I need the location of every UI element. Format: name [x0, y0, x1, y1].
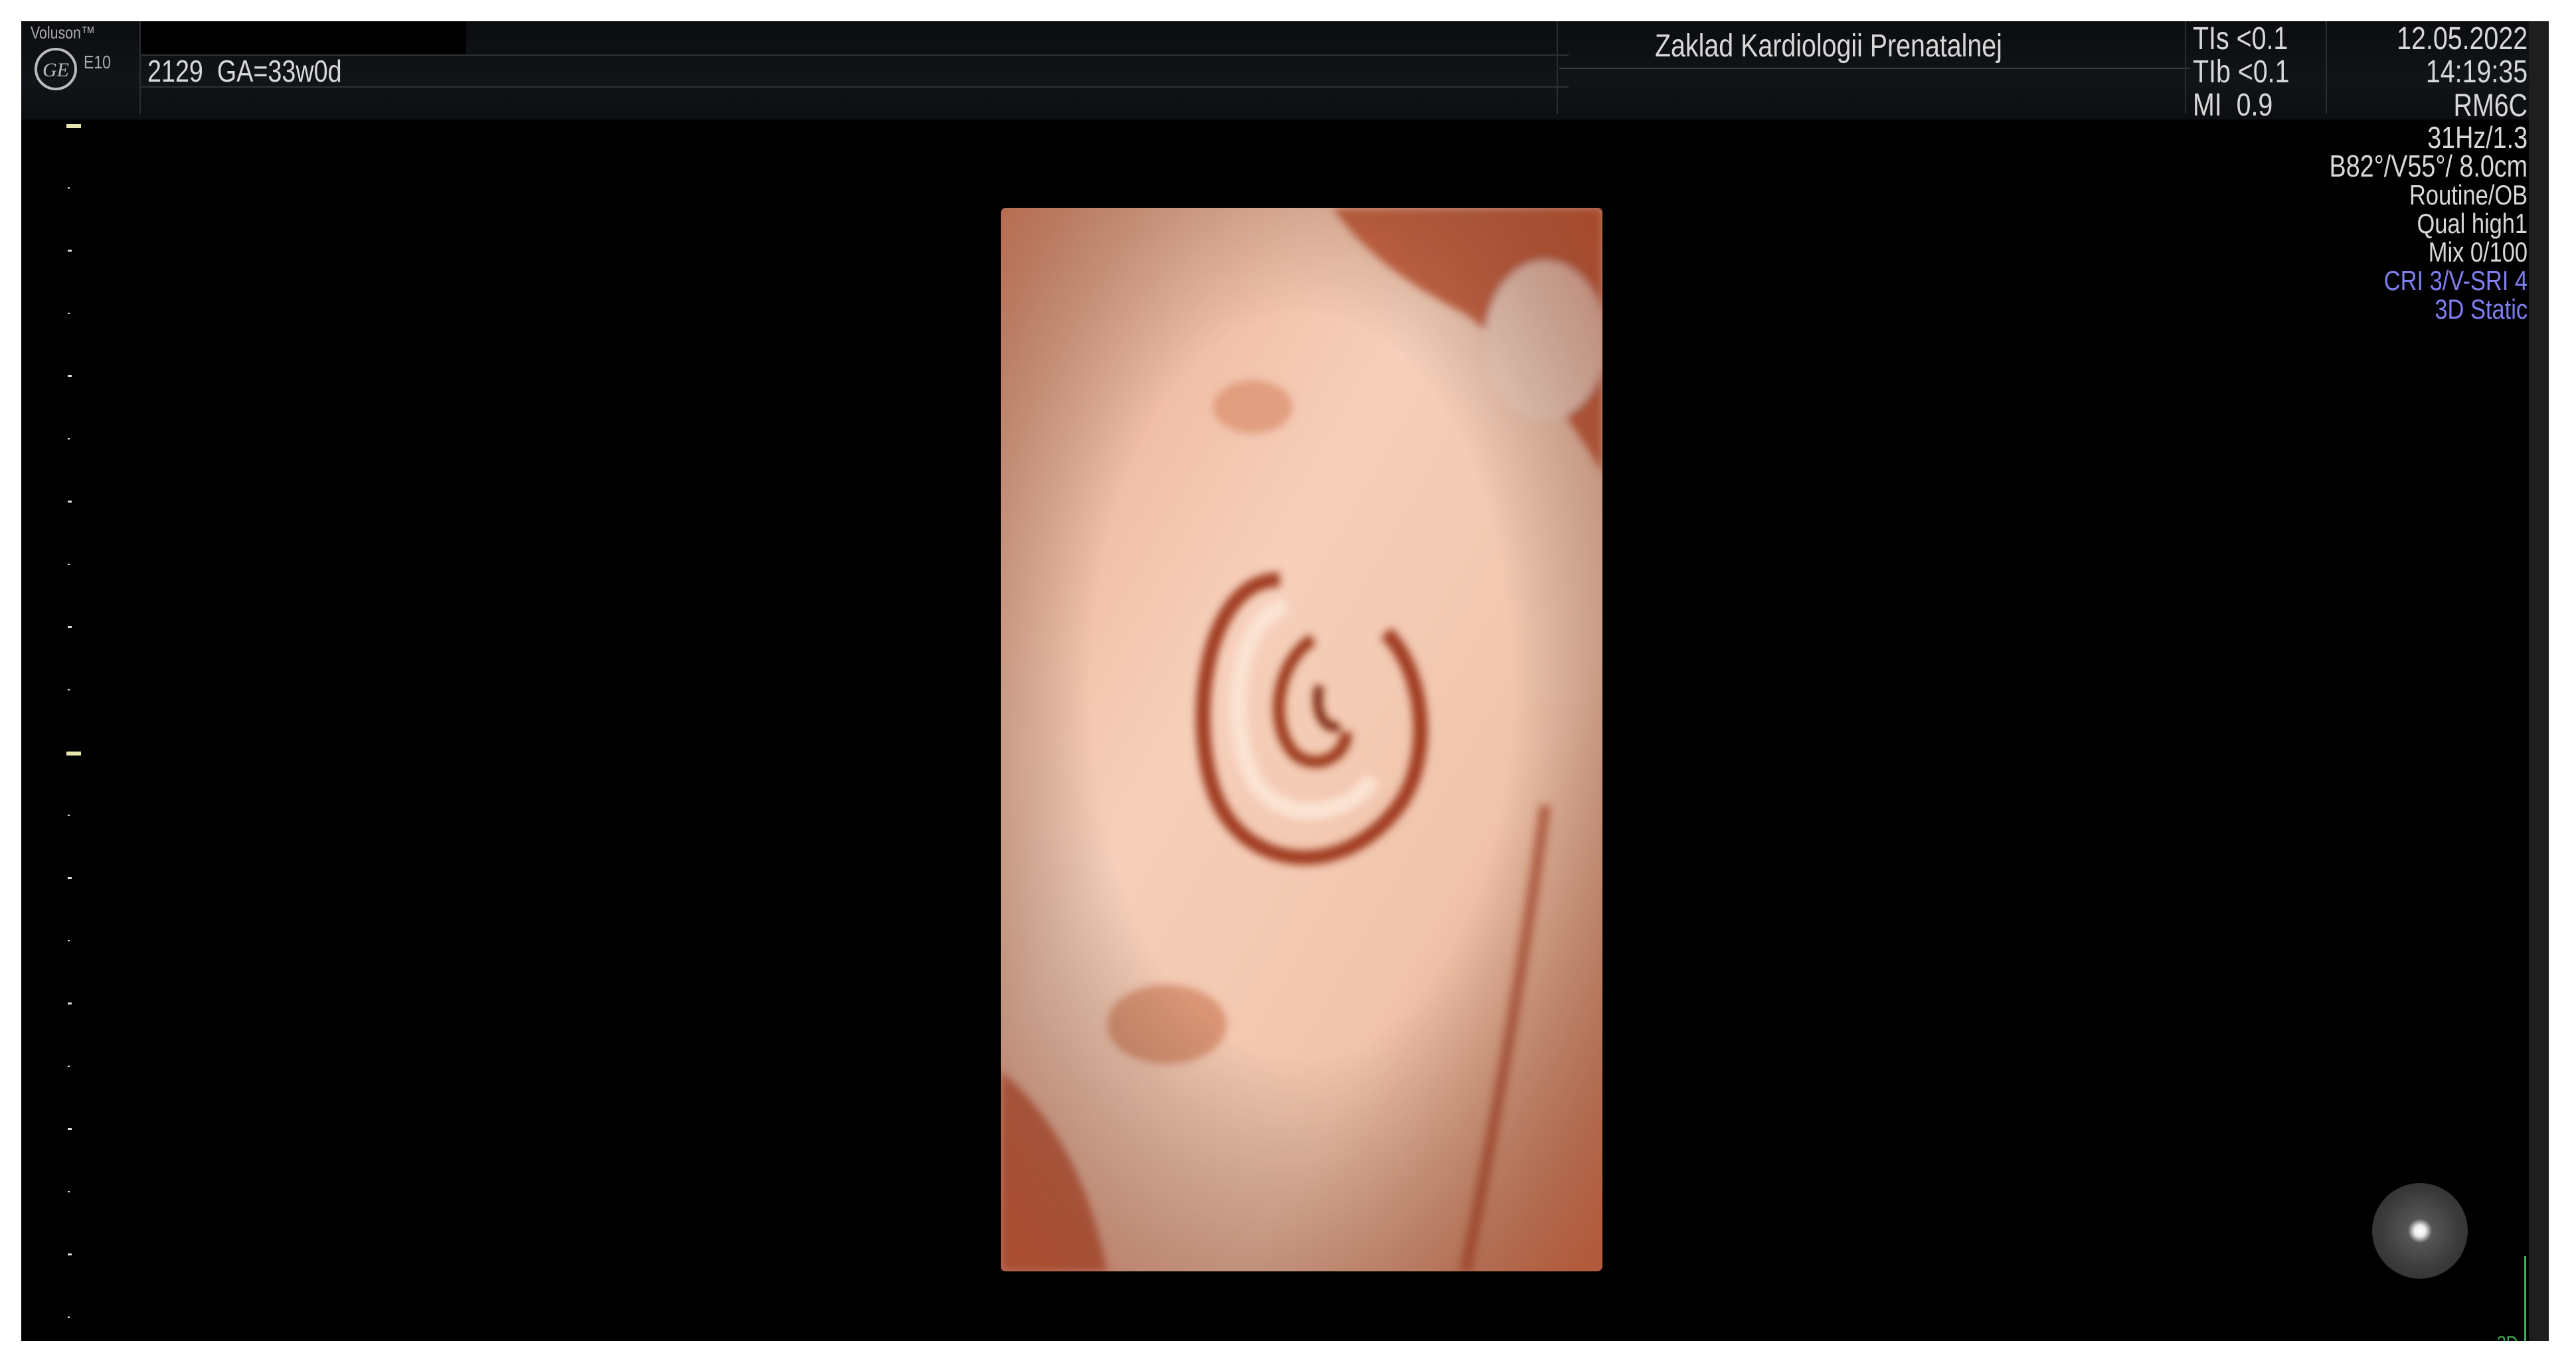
- tib-index: TIb <0.1: [2193, 54, 2290, 90]
- ruler-tick: [66, 124, 81, 128]
- mode-label: 3D: [2497, 1332, 2518, 1341]
- divider: [1559, 68, 2190, 69]
- ruler-tick: [68, 250, 72, 252]
- cri-setting: CRI 3/V-SRI 4: [2383, 265, 2528, 296]
- volume-angles: B82°/V55°/ 8.0cm: [2329, 149, 2528, 183]
- ruler-tick: [68, 1253, 72, 1255]
- date: 12.05.2022: [2397, 21, 2528, 56]
- redacted-box: [141, 21, 466, 54]
- ruler-tick: [68, 312, 70, 314]
- ruler-tick: [68, 375, 72, 377]
- ruler-tick: [68, 814, 70, 816]
- ge-logo-icon: GE: [35, 48, 77, 90]
- parameter-panel: 12.05.2022 14:19:35 RM6C 31Hz/1.3 B82°/V…: [2286, 21, 2528, 325]
- ruler-tick: [68, 939, 70, 941]
- divider: [2185, 21, 2186, 114]
- ruler-tick: [68, 688, 70, 690]
- ruler-tick: [68, 1190, 70, 1192]
- right-edge-strip: [2529, 21, 2549, 1341]
- patient-id-ga: 2129 GA=33w0d: [147, 54, 342, 88]
- tis-index: TIs <0.1: [2193, 21, 2288, 56]
- time: 14:19:35: [2425, 54, 2528, 90]
- 3d-render-image: [1001, 208, 1602, 1271]
- brand-name: Voluson™: [31, 23, 96, 42]
- ruler-tick: [68, 501, 72, 503]
- divider: [141, 54, 1569, 56]
- ruler-tick: [68, 563, 70, 565]
- ruler-tick: [68, 438, 70, 440]
- ruler-tick: [68, 187, 70, 189]
- mix: Mix 0/100: [2428, 236, 2528, 268]
- svg-text:GE: GE: [43, 59, 69, 81]
- divider: [141, 86, 1569, 88]
- ruler-tick: [68, 1065, 70, 1067]
- ruler-tick: [68, 1128, 72, 1130]
- green-indicator-line: [2524, 1256, 2526, 1341]
- ultrasound-screen: Voluson™ GE E10 2129 GA=33w0d Zaklad Kar…: [21, 21, 2549, 1341]
- ruler-tick: [68, 626, 72, 628]
- institution-name: Zaklad Kardiologii Prenatalnej: [1655, 29, 2002, 64]
- orientation-ball-icon[interactable]: [2372, 1183, 2468, 1279]
- preset: Routine/OB: [2409, 179, 2528, 210]
- mode-3d-static: 3D Static: [2435, 293, 2528, 325]
- mi-index: MI 0.9: [2193, 88, 2273, 123]
- quality: Qual high1: [2417, 208, 2528, 239]
- ruler-tick: [68, 1316, 70, 1318]
- model-name: E10: [84, 52, 111, 72]
- probe: RM6C: [2453, 88, 2528, 123]
- header-bar: Voluson™ GE E10 2129 GA=33w0d Zaklad Kar…: [21, 21, 2529, 123]
- ruler-tick: [68, 1002, 72, 1004]
- ruler-tick: [68, 877, 72, 879]
- divider: [1557, 21, 1558, 114]
- ruler-tick: [66, 752, 81, 756]
- frame-rate: 31Hz/1.3: [2427, 120, 2528, 155]
